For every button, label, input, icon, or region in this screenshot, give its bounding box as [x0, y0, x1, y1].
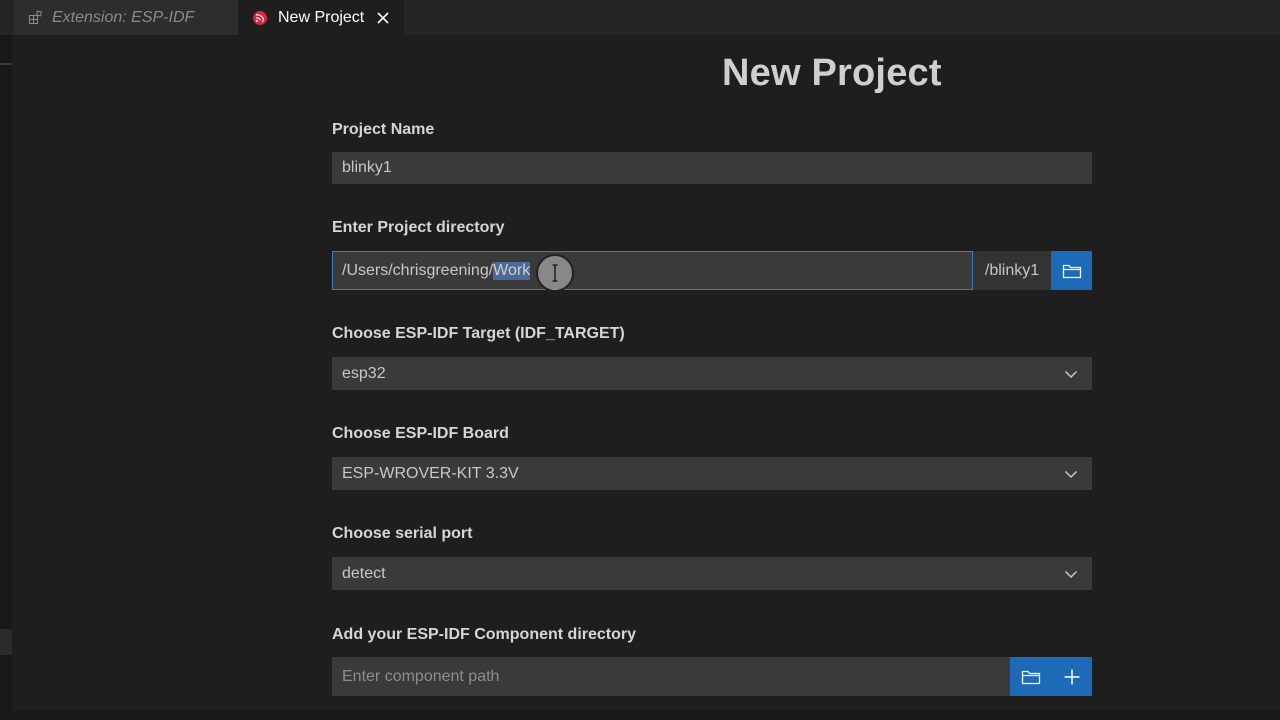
- component-directory-row: [332, 657, 1092, 696]
- browse-component-button[interactable]: [1010, 657, 1051, 696]
- left-gutter: [0, 35, 12, 720]
- tab-label: Extension: ESP-IDF: [52, 8, 195, 26]
- browse-directory-button[interactable]: [1051, 251, 1092, 290]
- target-value: esp32: [342, 364, 386, 382]
- tab-bar: Extension: ESP-IDF New Project: [0, 0, 1280, 35]
- project-directory-suffix: /blinky1: [973, 251, 1051, 290]
- component-directory-label: Add your ESP-IDF Component directory: [332, 626, 637, 643]
- chevron-down-icon: [1064, 569, 1078, 579]
- project-directory-input[interactable]: /Users/chrisgreening/Work: [332, 251, 973, 290]
- folder-icon: [1062, 263, 1082, 279]
- directory-value-prefix: /Users/chrisgreening/: [342, 261, 494, 279]
- directory-value-selected: Work: [493, 261, 531, 280]
- text-cursor-icon: [552, 264, 558, 282]
- project-directory-row: /Users/chrisgreening/Work /blinky1: [332, 251, 1092, 290]
- close-icon[interactable]: [376, 11, 390, 25]
- chevron-down-icon: [1064, 469, 1078, 479]
- project-directory-label: Enter Project directory: [332, 219, 505, 236]
- project-name-value: blinky1: [342, 159, 392, 176]
- plus-icon: [1063, 668, 1081, 686]
- bottom-edge: [0, 711, 1280, 720]
- serial-port-select[interactable]: detect: [332, 557, 1092, 590]
- folder-icon: [1021, 669, 1041, 685]
- gutter-mark: [0, 63, 12, 65]
- add-component-button[interactable]: [1051, 657, 1092, 696]
- extension-icon: [28, 10, 44, 26]
- target-label: Choose ESP-IDF Target (IDF_TARGET): [332, 325, 625, 342]
- tab-new-project[interactable]: New Project: [238, 0, 404, 35]
- target-select[interactable]: esp32: [332, 357, 1092, 390]
- chevron-down-icon: [1064, 369, 1078, 379]
- gutter-mark: [0, 629, 12, 655]
- component-path-input[interactable]: [332, 657, 1010, 696]
- project-name-label: Project Name: [332, 121, 435, 138]
- serial-port-value: detect: [342, 564, 386, 582]
- tab-label: New Project: [278, 8, 365, 26]
- board-value: ESP-WROVER-KIT 3.3V: [342, 464, 519, 482]
- board-label: Choose ESP-IDF Board: [332, 425, 509, 442]
- serial-port-label: Choose serial port: [332, 525, 473, 542]
- espressif-logo-icon: [252, 10, 268, 26]
- tab-extension-esp-idf[interactable]: Extension: ESP-IDF: [14, 0, 238, 35]
- page-title: New Project: [722, 52, 942, 94]
- project-name-input[interactable]: blinky1: [332, 152, 1092, 184]
- board-select[interactable]: ESP-WROVER-KIT 3.3V: [332, 457, 1092, 490]
